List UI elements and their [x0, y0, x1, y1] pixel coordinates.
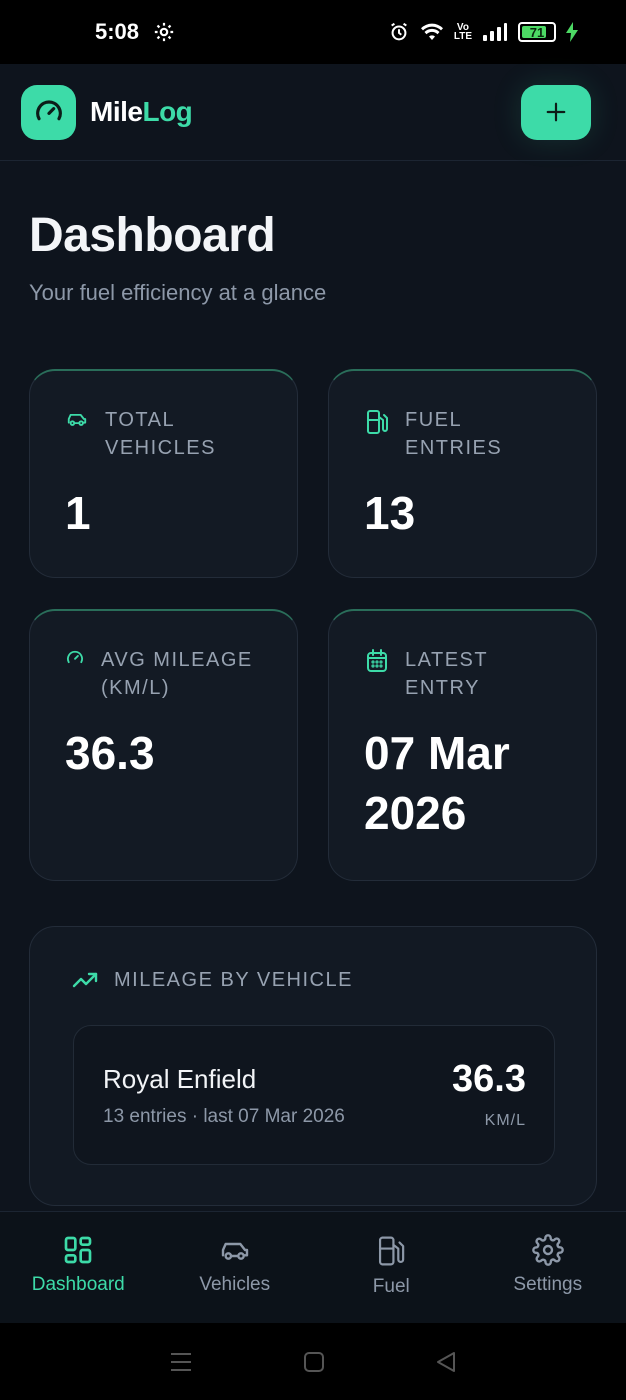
vehicle-mileage-value: 36.3	[452, 1058, 526, 1100]
car-icon	[67, 413, 87, 426]
vehicle-name: Royal Enfield	[103, 1064, 257, 1094]
stat-card-total-vehicles: TOTAL VEHICLES 1	[29, 369, 298, 578]
nav-label: Dashboard	[31, 1274, 125, 1295]
stat-value: 1	[65, 487, 91, 539]
fuel-pump-icon	[379, 1236, 405, 1266]
vehicle-mileage-unit: KM/L	[484, 1112, 526, 1129]
wifi-icon	[420, 23, 443, 40]
stat-label: VEHICLES	[105, 437, 216, 459]
charging-icon	[566, 22, 578, 42]
status-bar: 5:08 Vo LTE 71	[0, 0, 626, 64]
vehicle-mileage-row[interactable]: Royal Enfield 13 entries · last 07 Mar 2…	[73, 1025, 555, 1165]
plus-icon	[546, 102, 566, 122]
trending-up-icon	[72, 972, 98, 987]
nav-label: Vehicles	[199, 1274, 271, 1295]
stat-label: ENTRY	[405, 677, 480, 699]
section-header: MILEAGE BY VEHICLE	[72, 969, 353, 992]
stat-card-avg-mileage: AVG MILEAGE (KM/L) 36.3	[29, 609, 298, 881]
nav-tab-fuel[interactable]: Fuel	[313, 1212, 470, 1323]
stat-card-latest-entry: LATEST ENTRY 07 Mar 2026	[328, 609, 597, 881]
stat-label: LATEST	[405, 649, 489, 671]
stat-value-line1: 07 Mar	[364, 727, 510, 779]
add-entry-button[interactable]	[521, 84, 591, 140]
gear-icon	[531, 1234, 564, 1266]
stat-value: 36.3	[65, 727, 155, 779]
stat-value-line2: 2026	[364, 787, 467, 839]
page-title: Dashboard	[29, 209, 276, 262]
settings-gear-status-icon	[154, 22, 174, 42]
signal-icon	[483, 23, 507, 41]
status-time: 5:08	[95, 19, 140, 44]
app-screen: 5:08 Vo LTE 71 MileLog Dashboard Your fu…	[0, 0, 626, 1400]
page-subtitle: Your fuel efficiency at a glance	[29, 280, 327, 305]
vehicle-meta: 13 entries · last 07 Mar 2026	[103, 1106, 345, 1127]
nav-label: Settings	[513, 1274, 583, 1295]
stat-value: 13	[364, 487, 416, 539]
stat-label: (KM/L)	[101, 677, 170, 699]
stat-label: ENTRIES	[405, 437, 503, 459]
section-title: MILEAGE BY VEHICLE	[114, 969, 353, 991]
fuel-pump-icon	[367, 410, 388, 434]
recents-menu-icon[interactable]	[169, 1351, 193, 1373]
alarm-icon	[390, 22, 407, 41]
stat-label: FUEL	[405, 409, 463, 431]
stat-label: TOTAL	[105, 409, 176, 431]
volte-indicator: Vo LTE	[453, 22, 472, 42]
gauge-icon	[67, 650, 83, 664]
nav-label: Fuel	[372, 1276, 410, 1297]
bottom-navigation: Dashboard Vehicles Fuel Settings	[0, 1211, 626, 1323]
nav-tab-dashboard[interactable]: Dashboard	[0, 1212, 157, 1323]
nav-tab-settings[interactable]: Settings	[470, 1212, 626, 1323]
nav-tab-vehicles[interactable]: Vehicles	[157, 1212, 314, 1323]
calendar-icon	[367, 649, 387, 672]
back-triangle-icon[interactable]	[435, 1351, 457, 1373]
app-header: MileLog	[0, 64, 626, 161]
mileage-by-vehicle-card: MILEAGE BY VEHICLE Royal Enfield 13 entr…	[29, 926, 597, 1206]
stat-label: AVG MILEAGE	[101, 649, 253, 671]
brand-name: MileLog	[90, 96, 193, 127]
home-square-icon[interactable]	[303, 1351, 325, 1373]
car-icon	[221, 1242, 248, 1260]
battery-indicator: 71	[518, 22, 556, 42]
brand[interactable]: MileLog	[21, 84, 193, 140]
stat-card-fuel-entries: FUEL ENTRIES 13	[328, 369, 597, 578]
dashboard-grid-icon	[64, 1236, 92, 1264]
system-navigation-bar	[0, 1323, 626, 1400]
speedometer-logo-icon	[21, 84, 76, 140]
